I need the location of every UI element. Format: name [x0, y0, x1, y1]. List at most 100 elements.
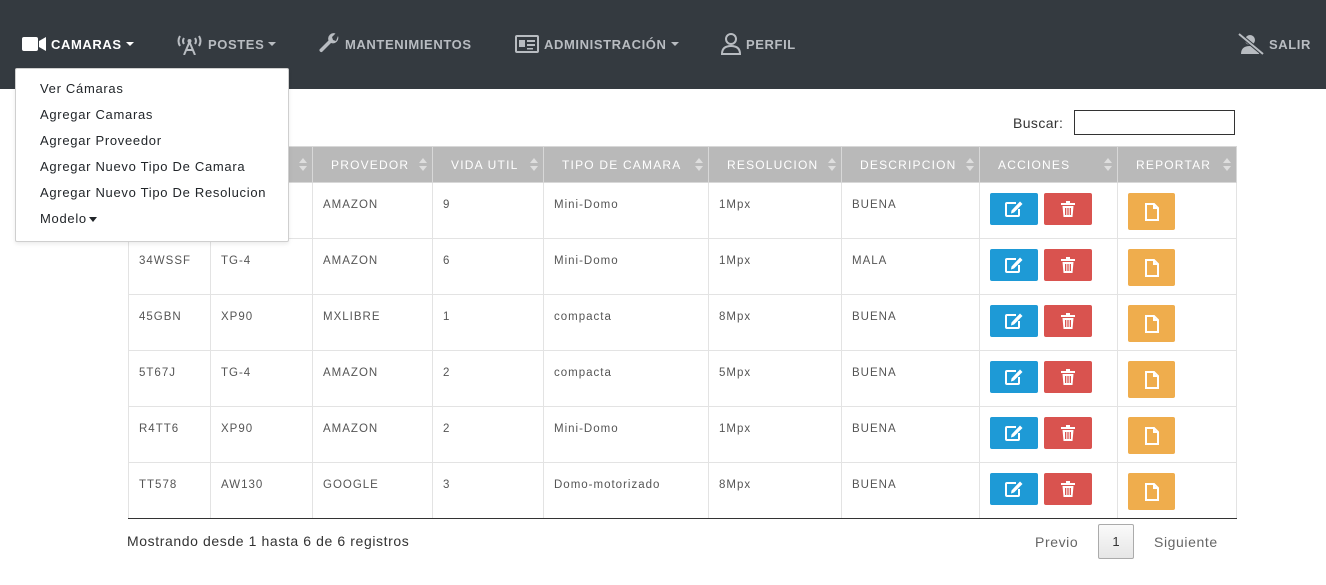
- report-button[interactable]: [1128, 193, 1175, 230]
- camaras-dropdown-menu: Ver Cámaras Agregar Camaras Agregar Prov…: [15, 68, 289, 242]
- actions-cell: [979, 238, 1118, 295]
- delete-button[interactable]: [1044, 193, 1092, 225]
- table-info: Mostrando desde 1 hasta 6 de 6 registros: [127, 533, 410, 549]
- report-cell: [1117, 350, 1237, 407]
- report-button[interactable]: [1128, 361, 1175, 398]
- pagination-previous[interactable]: Previo: [1035, 534, 1078, 550]
- search-label: Buscar:: [1013, 115, 1064, 131]
- report-cell: [1117, 294, 1237, 351]
- menu-item-agregar-tipo-camara[interactable]: Agregar Nuevo Tipo De Camara: [40, 157, 245, 177]
- file-icon: [1144, 202, 1159, 221]
- column-header-resolucion[interactable]: RESOLUCION: [708, 146, 842, 183]
- id-card-icon: [515, 35, 539, 53]
- menu-item-agregar-camaras[interactable]: Agregar Camaras: [40, 105, 153, 125]
- table-header-row: PROVEDOR VIDA UTIL TIPO DE CAMARA RESOLU…: [128, 146, 1237, 183]
- table-row: 5T67J TG-4 AMAZON 2 compacta 5Mpx BUENA: [128, 350, 1237, 407]
- table-cell: 2: [432, 350, 544, 407]
- trash-icon: [1061, 313, 1075, 329]
- cameras-table: PROVEDOR VIDA UTIL TIPO DE CAMARA RESOLU…: [128, 146, 1237, 519]
- column-header-label: VIDA UTIL: [451, 157, 519, 172]
- table-cell: R4TT6: [128, 406, 211, 463]
- table-cell: 9: [432, 182, 544, 239]
- table-row: AMAZON 9 Mini-Domo 1Mpx BUENA: [128, 182, 1237, 239]
- file-icon: [1144, 258, 1159, 277]
- nav-mantenimientos-label: MANTENIMIENTOS: [345, 36, 472, 52]
- table-cell: Mini-Domo: [543, 406, 709, 463]
- nav-perfil[interactable]: PERFIL: [721, 29, 796, 59]
- sort-icon: [419, 158, 427, 172]
- edit-icon: [1005, 257, 1023, 273]
- report-button[interactable]: [1128, 417, 1175, 454]
- table-cell: AMAZON: [312, 238, 433, 295]
- menu-item-agregar-proveedor[interactable]: Agregar Proveedor: [40, 131, 162, 151]
- table-cell: 8Mpx: [708, 462, 842, 519]
- edit-button[interactable]: [990, 473, 1038, 505]
- table-cell: Domo-motorizado: [543, 462, 709, 519]
- sort-icon: [530, 158, 538, 172]
- sort-icon: [1104, 158, 1112, 172]
- table-row: R4TT6 XP90 AMAZON 2 Mini-Domo 1Mpx BUENA: [128, 406, 1237, 463]
- edit-icon: [1005, 369, 1023, 385]
- pagination-next[interactable]: Siguiente: [1154, 534, 1218, 550]
- sort-icon: [1223, 158, 1231, 172]
- table-cell: AW130: [210, 462, 313, 519]
- nav-camaras[interactable]: CAMARAS: [22, 29, 134, 59]
- edit-button[interactable]: [990, 193, 1038, 225]
- column-header-reportar[interactable]: REPORTAR: [1117, 146, 1237, 183]
- nav-camaras-label: CAMARAS: [51, 36, 122, 52]
- column-header-tipo-camara[interactable]: TIPO DE CAMARA: [543, 146, 709, 183]
- sort-icon: [966, 158, 974, 172]
- menu-item-ver-camaras[interactable]: Ver Cámaras: [40, 79, 124, 99]
- edit-icon: [1005, 425, 1023, 441]
- table-cell: 1: [432, 294, 544, 351]
- file-icon: [1144, 314, 1159, 333]
- trash-icon: [1061, 425, 1075, 441]
- video-camera-icon: [22, 36, 46, 52]
- table-cell: 1Mpx: [708, 182, 842, 239]
- chevron-down-icon: [670, 42, 679, 46]
- table-cell: 5Mpx: [708, 350, 842, 407]
- menu-item-agregar-tipo-resolucion[interactable]: Agregar Nuevo Tipo De Resolucion: [40, 183, 266, 203]
- delete-button[interactable]: [1044, 249, 1092, 281]
- report-button[interactable]: [1128, 305, 1175, 342]
- table-cell: Mini-Domo: [543, 238, 709, 295]
- edit-button[interactable]: [990, 305, 1038, 337]
- column-header-descripcion[interactable]: DESCRIPCION: [841, 146, 980, 183]
- table-cell: MALA: [841, 238, 980, 295]
- nav-mantenimientos[interactable]: MANTENIMIENTOS: [318, 29, 472, 59]
- table-row: TT578 AW130 GOOGLE 3 Domo-motorizado 8Mpx BUEN…: [128, 462, 1237, 519]
- edit-button[interactable]: [990, 417, 1038, 449]
- table-cell: TG-4: [210, 350, 313, 407]
- trash-icon: [1061, 481, 1075, 497]
- table-cell: GOOGLE: [312, 462, 433, 519]
- file-icon: [1144, 426, 1159, 445]
- pagination-page-current[interactable]: 1: [1098, 524, 1134, 559]
- delete-button[interactable]: [1044, 305, 1092, 337]
- report-button[interactable]: [1128, 249, 1175, 286]
- edit-button[interactable]: [990, 249, 1038, 281]
- table-cell: compacta: [543, 350, 709, 407]
- logout-button[interactable]: SALIR: [1238, 29, 1311, 59]
- search-input[interactable]: [1074, 110, 1235, 135]
- actions-cell: [979, 350, 1118, 407]
- file-icon: [1144, 482, 1159, 501]
- table-cell: BUENA: [841, 294, 980, 351]
- user-icon: [721, 33, 741, 55]
- report-button[interactable]: [1128, 473, 1175, 510]
- column-header-provedor[interactable]: PROVEDOR: [312, 146, 433, 183]
- column-header-label: PROVEDOR: [331, 157, 410, 172]
- delete-button[interactable]: [1044, 361, 1092, 393]
- chevron-down-icon: [125, 42, 134, 46]
- column-header-vida-util[interactable]: VIDA UTIL: [432, 146, 544, 183]
- table-row: 34WSSF TG-4 AMAZON 6 Mini-Domo 1Mpx MALA: [128, 238, 1237, 295]
- nav-administracion[interactable]: ADMINISTRACIÓN: [515, 29, 679, 59]
- edit-button[interactable]: [990, 361, 1038, 393]
- delete-button[interactable]: [1044, 473, 1092, 505]
- column-header-acciones[interactable]: ACCIONES: [979, 146, 1118, 183]
- nav-postes[interactable]: POSTES: [176, 29, 277, 59]
- sort-icon: [695, 158, 703, 172]
- report-cell: [1117, 238, 1237, 295]
- delete-button[interactable]: [1044, 417, 1092, 449]
- menu-item-modelo[interactable]: Modelo: [40, 209, 97, 229]
- chevron-down-icon: [268, 42, 277, 46]
